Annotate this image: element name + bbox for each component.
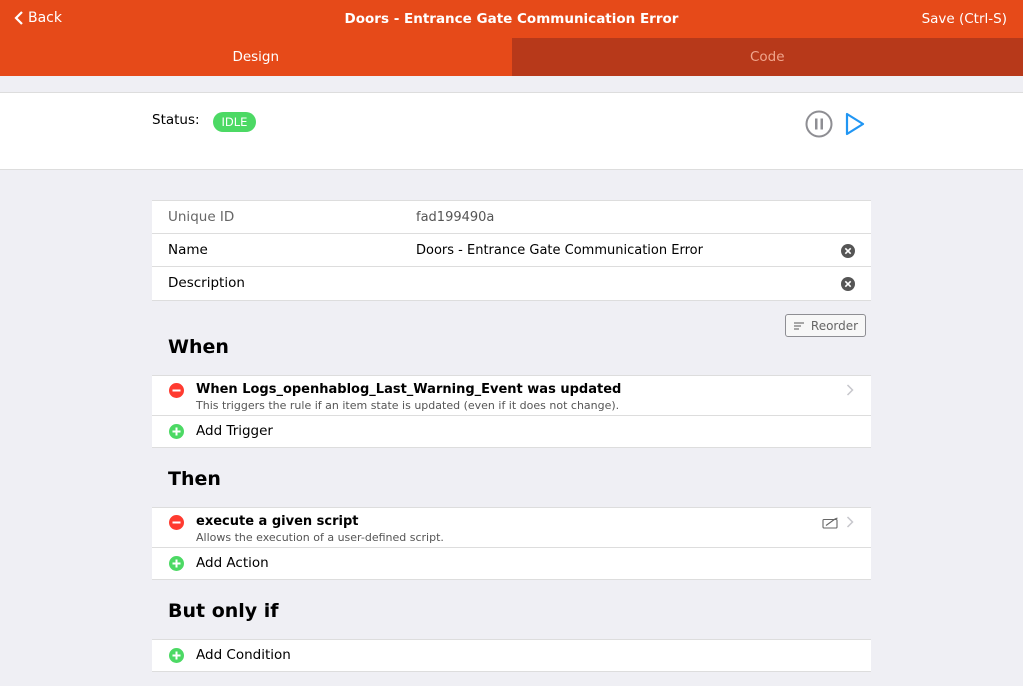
clear-icon[interactable] <box>841 244 855 258</box>
add-trigger-label: Add Trigger <box>196 423 273 439</box>
reorder-label: Reorder <box>810 318 859 333</box>
field-row-unique-id: Unique ID fad199490a <box>152 201 871 234</box>
add-circle-icon <box>169 424 184 439</box>
tab-design[interactable]: Design <box>0 38 512 76</box>
status-panel: Status: IDLE <box>0 92 1023 170</box>
field-row-description[interactable]: Description <box>152 267 871 300</box>
back-button[interactable]: Back <box>14 10 62 26</box>
navbar: Back Doors - Entrance Gate Communication… <box>0 0 1023 38</box>
remove-circle-icon[interactable] <box>169 383 184 398</box>
action-item[interactable]: execute a given script Allows the execut… <box>152 508 871 548</box>
section-title-when: When <box>168 336 229 358</box>
chevron-right-icon <box>846 516 854 528</box>
tab-code[interactable]: Code <box>511 38 1023 76</box>
reorder-button[interactable]: Reorder <box>785 314 866 337</box>
script-edit-icon[interactable] <box>822 517 840 529</box>
page-title: Doors - Entrance Gate Communication Erro… <box>344 11 679 27</box>
add-circle-icon <box>169 556 184 571</box>
field-value-unique-id: fad199490a <box>416 210 495 225</box>
action-subtitle: Allows the execution of a user-defined s… <box>196 531 444 544</box>
back-label: Back <box>28 10 62 26</box>
remove-circle-icon[interactable] <box>169 515 184 530</box>
section-title-then: Then <box>168 468 221 490</box>
add-condition-label: Add Condition <box>196 647 291 663</box>
name-field[interactable]: Doors - Entrance Gate Communication Erro… <box>416 243 703 258</box>
status-label: Status: <box>152 112 200 128</box>
when-list: When Logs_openhablog_Last_Warning_Event … <box>152 375 871 448</box>
add-trigger-button[interactable]: Add Trigger <box>152 416 871 447</box>
status-badge: IDLE <box>213 112 256 132</box>
clear-icon[interactable] <box>841 277 855 291</box>
rule-fields-list: Unique ID fad199490a Name Doors - Entran… <box>152 200 871 301</box>
trigger-item[interactable]: When Logs_openhablog_Last_Warning_Event … <box>152 376 871 416</box>
field-row-name[interactable]: Name Doors - Entrance Gate Communication… <box>152 234 871 267</box>
pause-button[interactable] <box>805 110 833 138</box>
field-label-unique-id: Unique ID <box>168 209 235 225</box>
play-button[interactable] <box>844 112 866 136</box>
tab-bar: Design Code <box>0 38 1023 76</box>
save-button[interactable]: Save (Ctrl-S) <box>922 11 1007 27</box>
chevron-right-icon <box>846 384 854 396</box>
condition-list: Add Condition <box>152 639 871 672</box>
field-label-description: Description <box>168 275 245 291</box>
section-title-but-only-if: But only if <box>168 600 279 622</box>
trigger-title: When Logs_openhablog_Last_Warning_Event … <box>196 382 622 397</box>
chevron-left-icon <box>14 11 23 25</box>
add-action-label: Add Action <box>196 555 269 571</box>
then-list: execute a given script Allows the execut… <box>152 507 871 580</box>
trigger-subtitle: This triggers the rule if an item state … <box>196 399 620 412</box>
reorder-icon <box>793 321 804 330</box>
field-label-name: Name <box>168 242 208 258</box>
add-circle-icon <box>169 648 184 663</box>
add-action-button[interactable]: Add Action <box>152 548 871 579</box>
action-title: execute a given script <box>196 514 359 529</box>
add-condition-button[interactable]: Add Condition <box>152 640 871 671</box>
